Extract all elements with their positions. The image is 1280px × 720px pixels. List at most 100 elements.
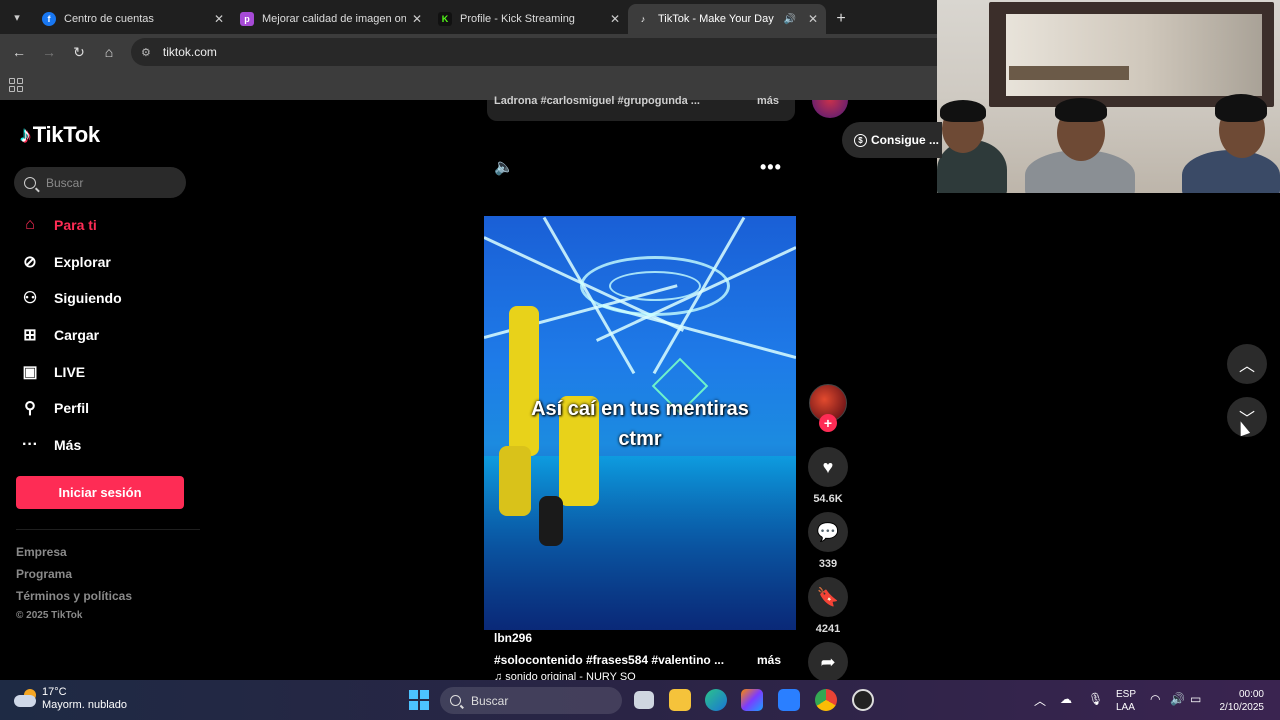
nav-perfil[interactable]: ⚲ Perfil	[20, 396, 200, 420]
close-icon[interactable]: ✕	[808, 12, 818, 26]
tab-search-chevron-icon[interactable]: ▾	[0, 0, 34, 34]
profile-icon: ⚲	[24, 400, 36, 417]
save-count: 4241	[815, 623, 841, 635]
share-action: ➦	[808, 642, 848, 682]
reload-button[interactable]: ↻	[64, 37, 94, 67]
weather-widget[interactable]: 17°C Mayorm. nublado	[14, 686, 127, 712]
tab-title: Profile - Kick Streaming	[460, 13, 575, 25]
site-info-icon[interactable]: ⚙	[141, 46, 151, 59]
bookmark-icon[interactable]: 🔖	[808, 577, 848, 617]
video-author[interactable]: lbn296	[494, 631, 532, 645]
video-player[interactable]: Así caí en tus mentiras ctmr	[484, 216, 796, 630]
system-clock[interactable]: 00:00 2/10/2025	[1218, 688, 1265, 714]
nav-label: Más	[54, 437, 82, 453]
task-view-icon[interactable]	[634, 691, 654, 709]
nav-label: LIVE	[54, 364, 86, 380]
lang-line1: ESP	[1116, 689, 1137, 700]
person-center-hair	[1055, 98, 1107, 122]
tab-centro-de-cuentas[interactable]: f Centro de cuentas ✕	[34, 4, 232, 34]
volume-icon[interactable]: 🔊	[1170, 692, 1185, 706]
dancer	[539, 496, 563, 546]
taskbar-search[interactable]: Buscar	[440, 687, 622, 714]
webcam-overlay	[937, 0, 1280, 193]
nav-live[interactable]: ▣ LIVE	[20, 360, 200, 384]
nav-cargar[interactable]: ⊞ Cargar	[20, 323, 200, 347]
comment-icon[interactable]: 💬	[808, 512, 848, 552]
tab-tiktok[interactable]: ♪ TikTok - Make Your Day 🔊 ✕	[628, 4, 826, 34]
person-right	[1182, 150, 1280, 193]
person-right-hair	[1215, 94, 1267, 122]
video-hashtags[interactable]: #solocontenido #frases584 #valentino ...	[494, 653, 724, 667]
tab-audio-icon[interactable]: 🔊	[783, 14, 795, 25]
previous-video-button[interactable]: ︿	[1227, 344, 1267, 384]
edge-icon[interactable]	[705, 689, 727, 711]
browser-tab-strip: ▾ f Centro de cuentas ✕ p Mejorar calida…	[0, 0, 937, 34]
weather-cloud-icon	[14, 689, 38, 709]
tray-overflow-icon[interactable]: ︿	[1034, 692, 1046, 709]
language-indicator[interactable]: ESP LAA	[1116, 688, 1136, 714]
upload-icon: ⊞	[23, 327, 37, 344]
weather-temp: 17°C	[42, 686, 67, 698]
store-icon[interactable]	[778, 689, 800, 711]
chrome-icon[interactable]	[815, 689, 837, 711]
back-button[interactable]: ←	[4, 37, 34, 67]
shelf	[1009, 66, 1129, 80]
nav-label: Para ti	[54, 217, 97, 233]
kick-icon: K	[438, 12, 452, 26]
nav-explorar[interactable]: ⊘ Explorar	[20, 250, 200, 274]
tab-title: TikTok - Make Your Day	[658, 13, 774, 25]
previous-video-avatar[interactable]	[812, 100, 848, 118]
like-count: 54.6K	[813, 493, 843, 505]
browser-toolbar: ← → ↻ ⌂ ⚙ tiktok.com	[0, 34, 937, 70]
search-input[interactable]: Buscar	[14, 167, 186, 198]
onedrive-icon[interactable]: ☁	[1060, 692, 1072, 706]
nav-mas[interactable]: ··· Más	[20, 433, 200, 457]
close-icon[interactable]: ✕	[610, 12, 620, 26]
copilot-icon[interactable]	[741, 689, 763, 711]
get-app-button[interactable]: $ Consigue ...	[842, 122, 942, 158]
more-options-icon[interactable]: •••	[760, 157, 782, 178]
address-bar[interactable]: ⚙ tiktok.com	[131, 38, 937, 66]
search-icon	[450, 695, 461, 706]
footer-link-terminos[interactable]: Términos y políticas	[16, 589, 132, 603]
nav-label: Siguiendo	[54, 290, 122, 306]
share-icon[interactable]: ➦	[808, 642, 848, 682]
heart-icon[interactable]: ♥	[808, 447, 848, 487]
microphone-icon[interactable]: 🎙	[1088, 692, 1103, 706]
home-button[interactable]: ⌂	[94, 37, 124, 67]
video-sound[interactable]: ♫ sonido original - NURY SO	[494, 671, 636, 680]
more-description-link[interactable]: más	[757, 653, 781, 667]
previous-video-more-link[interactable]: más	[757, 95, 779, 107]
tab-mejorar-calidad[interactable]: p Mejorar calidad de imagen onli ✕	[232, 4, 430, 34]
comment-action: 💬 339	[808, 512, 848, 570]
tab-kick-profile[interactable]: K Profile - Kick Streaming ✕	[430, 4, 628, 34]
nav-para-ti[interactable]: ⌂ Para ti	[20, 213, 200, 237]
close-icon[interactable]: ✕	[214, 12, 224, 26]
tiktok-note-icon: ♪	[20, 122, 31, 147]
picsart-icon: p	[240, 12, 254, 26]
windows-start-icon[interactable]	[409, 690, 429, 710]
follow-plus-icon[interactable]: +	[819, 414, 837, 432]
footer-link-empresa[interactable]: Empresa	[16, 545, 67, 559]
clock-date: 2/10/2025	[1219, 702, 1265, 713]
forward-button[interactable]: →	[34, 37, 64, 67]
obs-icon[interactable]	[852, 689, 874, 711]
apps-grid-icon[interactable]	[9, 78, 23, 92]
login-button[interactable]: Iniciar sesión	[16, 476, 184, 509]
volume-icon[interactable]: 🔈	[494, 157, 516, 177]
file-explorer-icon[interactable]	[669, 689, 691, 711]
close-icon[interactable]: ✕	[412, 12, 422, 26]
video-caption-line2: ctmr	[618, 428, 662, 450]
search-icon	[24, 176, 36, 189]
tiktok-sidebar: ♪ TikTok Buscar ⌂ Para ti ⊘ Explorar ⚇ S…	[0, 100, 200, 680]
wifi-icon[interactable]: ◠	[1150, 692, 1160, 706]
nav-siguiendo[interactable]: ⚇ Siguiendo	[20, 286, 200, 310]
battery-icon[interactable]: ▭	[1190, 692, 1201, 706]
get-app-label: Consigue ...	[871, 133, 940, 147]
new-tab-button[interactable]: +	[826, 4, 856, 34]
bookmarks-bar	[0, 70, 937, 100]
tiktok-logo[interactable]: ♪ TikTok	[20, 122, 100, 148]
footer-link-programa[interactable]: Programa	[16, 567, 72, 581]
nav-label: Explorar	[54, 254, 111, 270]
weather-desc: Mayorm. nublado	[42, 699, 127, 711]
